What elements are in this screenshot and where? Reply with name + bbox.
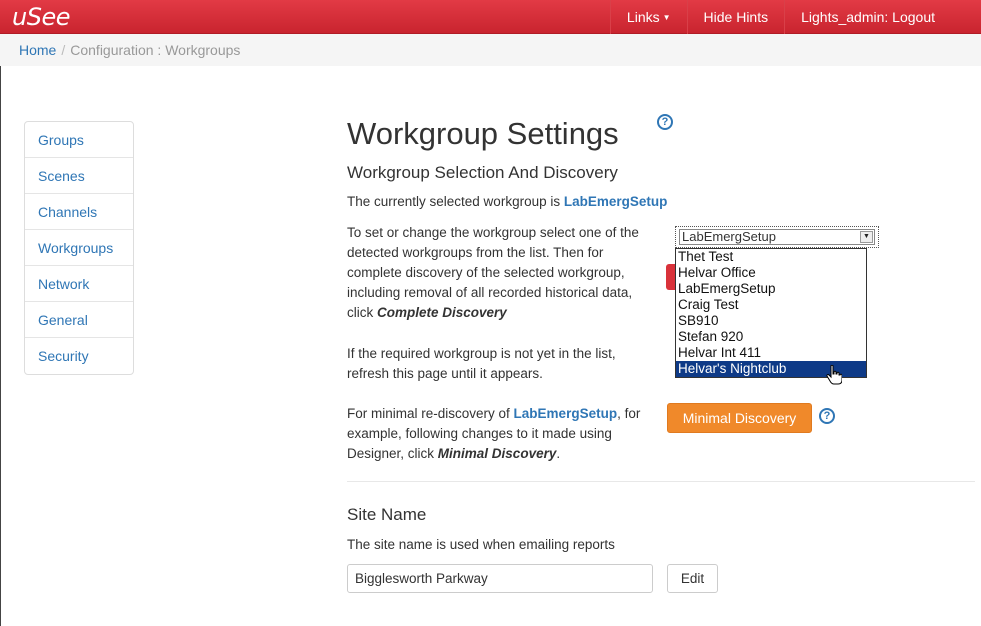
help-icon[interactable]: ? xyxy=(819,408,835,424)
refresh-hint-paragraph: If the required workgroup is not yet in … xyxy=(347,346,616,381)
chevron-down-icon[interactable]: ▼ xyxy=(860,231,873,243)
sidebar-item-workgroups[interactable]: Workgroups xyxy=(25,230,133,266)
sidebar-item-groups[interactable]: Groups xyxy=(25,122,133,158)
page-title: Workgroup Settings xyxy=(347,116,619,151)
complete-discovery-button-edge[interactable] xyxy=(666,264,675,290)
main-content: Workgroup Settings ? Workgroup Selection… xyxy=(347,0,981,626)
sidebar-item-security[interactable]: Security xyxy=(25,338,133,374)
breadcrumb-home[interactable]: Home xyxy=(19,42,56,58)
section-divider xyxy=(347,481,975,482)
minimal-prefix: For minimal re-discovery of xyxy=(347,406,514,421)
sidebar-item-general[interactable]: General xyxy=(25,302,133,338)
sidebar-item-network[interactable]: Network xyxy=(25,266,133,302)
help-icon[interactable]: ? xyxy=(657,114,673,130)
minimal-workgroup-name: LabEmergSetup xyxy=(513,406,618,421)
sidebar-item-channels[interactable]: Channels xyxy=(25,194,133,230)
brand-text: uSee xyxy=(12,3,70,31)
workgroup-dropdown-list: Thet Test Helvar Office LabEmergSetup Cr… xyxy=(675,248,867,378)
workgroup-select[interactable]: LabEmergSetup ▼ xyxy=(675,226,879,248)
dropdown-option[interactable]: Thet Test xyxy=(676,249,866,265)
sidebar-item-scenes[interactable]: Scenes xyxy=(25,158,133,194)
current-workgroup-name: LabEmergSetup xyxy=(563,194,668,209)
site-name-heading: Site Name xyxy=(347,505,427,524)
complete-discovery-emphasis: Complete Discovery xyxy=(377,305,507,320)
site-name-description: The site name is used when emailing repo… xyxy=(347,537,615,552)
dropdown-option[interactable]: SB910 xyxy=(676,313,866,329)
edit-button[interactable]: Edit xyxy=(667,564,718,593)
breadcrumb-separator: / xyxy=(61,42,66,58)
minimal-discovery-paragraph: For minimal re-discovery of LabEmergSetu… xyxy=(347,404,657,464)
site-name-value: Bigglesworth Parkway xyxy=(355,571,488,586)
current-workgroup-prefix: The currently selected workgroup is xyxy=(347,194,564,209)
site-name-input[interactable]: Bigglesworth Parkway xyxy=(347,564,653,593)
workgroup-select-value: LabEmergSetup ▼ xyxy=(679,229,875,245)
dropdown-option[interactable]: Stefan 920 xyxy=(676,329,866,345)
dropdown-option[interactable]: Craig Test xyxy=(676,297,866,313)
minimal-discovery-button[interactable]: Minimal Discovery xyxy=(667,403,812,433)
minimal-discovery-emphasis: Minimal Discovery xyxy=(437,446,557,461)
page-left-border xyxy=(0,66,1,626)
hand-cursor-icon xyxy=(826,365,842,385)
dropdown-option[interactable]: Helvar Int 411 xyxy=(676,345,866,361)
breadcrumb-current: Configuration : Workgroups xyxy=(70,42,241,58)
current-workgroup-line: The currently selected workgroup is LabE… xyxy=(347,194,667,209)
sidebar-nav: Groups Scenes Channels Workgroups Networ… xyxy=(24,121,134,375)
minimal-end: . xyxy=(556,446,561,461)
instructions-paragraph: To set or change the workgroup select on… xyxy=(347,223,657,323)
dropdown-option[interactable]: LabEmergSetup xyxy=(676,281,866,297)
brand-logo[interactable]: uSee xyxy=(12,3,70,31)
dropdown-option[interactable]: Helvar Office xyxy=(676,265,866,281)
section-subtitle: Workgroup Selection And Discovery xyxy=(347,163,618,182)
select-current-value: LabEmergSetup xyxy=(682,229,776,244)
